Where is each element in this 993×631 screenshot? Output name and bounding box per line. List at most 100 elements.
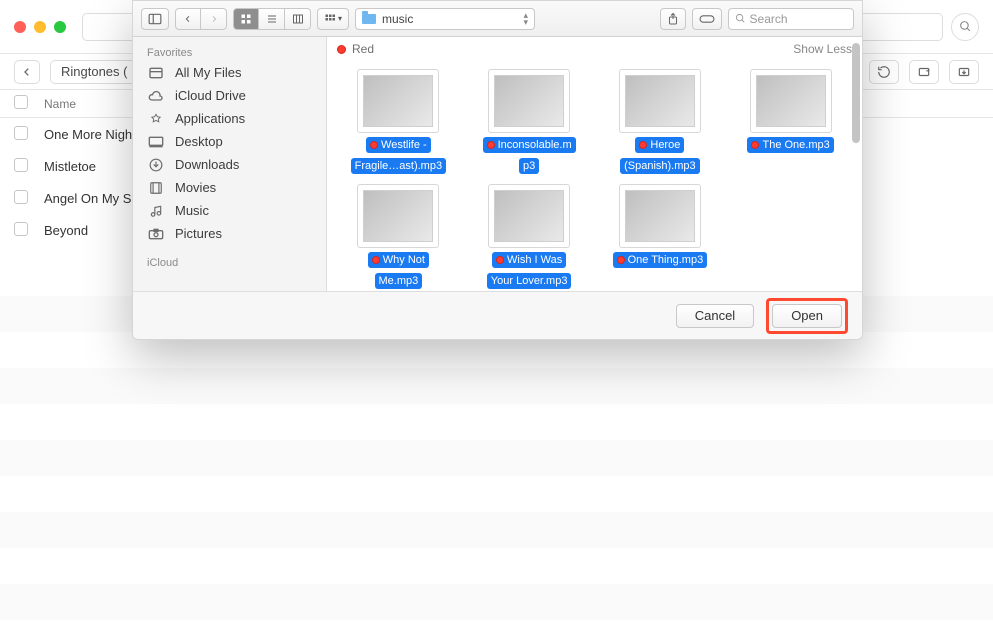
file-thumbnail [488, 69, 570, 133]
open-button-highlight: Open [766, 298, 848, 334]
tag-dot-icon [370, 141, 378, 149]
downloads-icon [147, 158, 165, 172]
file-thumbnail [488, 184, 570, 248]
show-less-button[interactable]: Show Less [793, 42, 852, 56]
arrange-button[interactable]: ▾ [317, 8, 349, 30]
bg-refresh-icon[interactable] [869, 60, 899, 84]
row-checkbox[interactable] [14, 222, 28, 236]
file-name: Your Lover.mp3 [491, 274, 568, 288]
dialog-footer: Cancel Open [133, 291, 862, 339]
dialog-search-input[interactable]: Search [728, 8, 855, 30]
file-thumbnail [750, 69, 832, 133]
file-item[interactable]: One Thing.mp3 [599, 184, 722, 289]
row-checkbox[interactable] [14, 158, 28, 172]
window-controls [14, 21, 66, 33]
sidebar-section-favorites: Favorites [133, 43, 326, 61]
column-view-button[interactable] [285, 8, 311, 30]
file-name: Westlife - [381, 138, 427, 152]
tag-red-dot-icon [337, 45, 346, 54]
open-button[interactable]: Open [772, 304, 842, 328]
row-checkbox[interactable] [14, 190, 28, 204]
sidebar-item-label: Desktop [175, 134, 223, 149]
location-popup[interactable]: music ▴▾ [355, 8, 535, 30]
bg-col-name: Name [44, 97, 76, 111]
file-name: One Thing.mp3 [628, 253, 704, 267]
pictures-icon [147, 227, 165, 241]
file-thumbnail [357, 69, 439, 133]
select-all-checkbox[interactable] [14, 95, 28, 109]
movies-icon [147, 181, 165, 195]
file-name: Heroe [650, 138, 680, 152]
dialog-sidebar: Favorites All My Files iCloud Drive Appl… [133, 37, 327, 291]
row-name: Mistletoe [44, 159, 96, 174]
file-item[interactable]: Inconsolable.m p3 [468, 69, 591, 174]
tags-button[interactable] [692, 8, 722, 30]
list-view-button[interactable] [259, 8, 285, 30]
applications-icon [147, 112, 165, 126]
row-checkbox[interactable] [14, 126, 28, 140]
sidebar-item-label: Downloads [175, 157, 239, 172]
row-name: Beyond [44, 223, 88, 238]
desktop-icon [147, 135, 165, 149]
file-name: The One.mp3 [762, 138, 829, 152]
sidebar-item-applications[interactable]: Applications [133, 107, 326, 130]
close-window-icon[interactable] [14, 21, 26, 33]
sidebar-item-downloads[interactable]: Downloads [133, 153, 326, 176]
tag-dot-icon [639, 141, 647, 149]
bg-breadcrumb[interactable]: Ringtones ( [50, 60, 138, 84]
bg-search-icon[interactable] [951, 13, 979, 41]
file-grid: Westlife - Fragile…ast).mp3 Inconsolable… [327, 61, 862, 291]
dialog-toolbar: ▾ music ▴▾ Search [133, 1, 862, 37]
file-item[interactable]: Heroe (Spanish).mp3 [599, 69, 722, 174]
sidebar-item-music[interactable]: Music [133, 199, 326, 222]
sidebar-section-icloud: iCloud [133, 253, 326, 271]
tag-dot-icon [617, 256, 625, 264]
file-open-dialog: ▾ music ▴▾ Search Favorites All My Files… [132, 0, 863, 340]
share-button[interactable] [660, 8, 686, 30]
sidebar-item-movies[interactable]: Movies [133, 176, 326, 199]
row-name: Angel On My S [44, 191, 131, 206]
nav-back-button[interactable] [175, 8, 201, 30]
row-name: One More Nigh [44, 127, 132, 142]
view-mode-group [233, 8, 311, 30]
sidebar-item-label: Pictures [175, 226, 222, 241]
file-name: p3 [523, 159, 535, 173]
minimize-window-icon[interactable] [34, 21, 46, 33]
music-icon [147, 204, 165, 218]
sidebar-item-label: Music [175, 203, 209, 218]
sidebar-toggle-button[interactable] [141, 8, 169, 30]
file-name: (Spanish).mp3 [624, 159, 696, 173]
file-name: Me.mp3 [379, 274, 419, 288]
search-placeholder: Search [750, 12, 788, 26]
sidebar-item-desktop[interactable]: Desktop [133, 130, 326, 153]
bg-back-button[interactable] [14, 60, 40, 84]
search-icon [735, 13, 746, 24]
file-thumbnail [357, 184, 439, 248]
file-name: Wish I Was [507, 253, 562, 267]
tag-filter-bar: Red Show Less [327, 37, 862, 61]
sidebar-item-all-my-files[interactable]: All My Files [133, 61, 326, 84]
sidebar-item-label: All My Files [175, 65, 241, 80]
icon-view-button[interactable] [233, 8, 259, 30]
sidebar-item-icloud-drive[interactable]: iCloud Drive [133, 84, 326, 107]
nav-forward-button[interactable] [201, 8, 227, 30]
zoom-window-icon[interactable] [54, 21, 66, 33]
tag-dot-icon [751, 141, 759, 149]
sidebar-item-pictures[interactable]: Pictures [133, 222, 326, 245]
scrollbar[interactable] [852, 43, 860, 143]
tag-dot-icon [372, 256, 380, 264]
file-name: Why Not [383, 253, 425, 267]
folder-icon [362, 14, 376, 24]
file-item[interactable]: Wish I Was Your Lover.mp3 [468, 184, 591, 289]
file-name: Inconsolable.m [498, 138, 572, 152]
file-item[interactable]: The One.mp3 [729, 69, 852, 174]
file-item[interactable]: Why Not Me.mp3 [337, 184, 460, 289]
sidebar-item-label: Movies [175, 180, 216, 195]
file-thumbnail [619, 184, 701, 248]
cancel-button[interactable]: Cancel [676, 304, 754, 328]
dialog-main: Red Show Less Westlife - Fragile…ast).mp… [327, 37, 862, 291]
bg-export-icon[interactable] [909, 60, 939, 84]
tag-dot-icon [496, 256, 504, 264]
file-item[interactable]: Westlife - Fragile…ast).mp3 [337, 69, 460, 174]
bg-import-icon[interactable] [949, 60, 979, 84]
